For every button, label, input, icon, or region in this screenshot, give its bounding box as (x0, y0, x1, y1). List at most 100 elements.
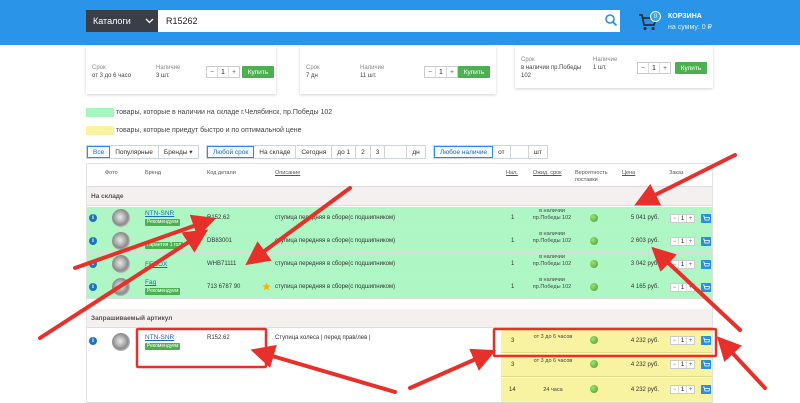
price: 4 232 руб. (630, 362, 659, 368)
quantity-stepper[interactable]: −1 + (670, 385, 695, 394)
quantity-from-input[interactable] (511, 146, 529, 158)
quantity-value[interactable]: 1 (678, 361, 687, 368)
brand-link[interactable]: NTN-SNR (145, 210, 174, 217)
quantity-stepper[interactable]: −1 + (670, 237, 695, 246)
info-icon[interactable]: i (89, 337, 97, 345)
quantity-stepper[interactable]: −1 + (670, 283, 695, 292)
buy-button[interactable]: Купить (675, 62, 707, 74)
quantity-stepper[interactable]: −1 + (670, 336, 695, 345)
search-icon[interactable] (604, 13, 618, 27)
minus-button[interactable]: − (671, 386, 678, 393)
plus-button[interactable]: + (687, 386, 694, 393)
minus-button[interactable]: − (671, 284, 678, 291)
filter-popular[interactable]: Популярные (110, 146, 159, 158)
cart-sum: на сумму: 0 ₽ (668, 24, 713, 31)
filter-today[interactable]: Сегодня (296, 146, 333, 158)
avail-label: Наличие (593, 57, 618, 63)
product-photo[interactable] (112, 278, 130, 296)
plus-button[interactable]: + (687, 361, 694, 368)
brand-link[interactable]: Fag (145, 279, 156, 286)
part-code: DB83001 (207, 238, 233, 244)
product-photo[interactable] (112, 255, 130, 273)
filter-brands[interactable]: Бренды ▾ (159, 146, 198, 158)
add-to-cart-icon[interactable] (701, 214, 711, 223)
add-to-cart-icon[interactable] (701, 283, 711, 292)
header-code[interactable]: Код детали (207, 170, 236, 177)
minus-button[interactable]: − (425, 67, 435, 77)
add-to-cart-icon[interactable] (701, 360, 711, 369)
price: 2 603 руб. (630, 238, 659, 244)
quantity-value[interactable]: 1 (217, 67, 229, 77)
days-input[interactable] (385, 146, 408, 158)
brand-link[interactable]: NTN-SNR (145, 334, 174, 341)
quantity-value[interactable]: 1 (435, 67, 447, 77)
minus-button[interactable]: − (638, 63, 648, 73)
minus-button[interactable]: − (207, 67, 217, 77)
filter-up-to-1[interactable]: до 1 (332, 146, 357, 158)
catalog-button[interactable]: Каталоги (86, 10, 158, 32)
quantity-value[interactable]: 1 (678, 337, 687, 344)
info-icon[interactable]: i (89, 237, 97, 245)
plus-button[interactable]: + (660, 63, 670, 73)
quantity-value[interactable]: 1 (678, 215, 687, 222)
product-photo[interactable] (112, 209, 130, 227)
quantity-stepper[interactable]: −1 + (637, 62, 671, 74)
quantity-stepper[interactable]: −1 + (670, 214, 695, 223)
minus-button[interactable]: − (671, 215, 678, 222)
description: ступица передняя в сборе(с подшипником) (275, 238, 396, 244)
filter-all[interactable]: Все (87, 146, 111, 158)
filter-3[interactable]: 3 (371, 146, 386, 158)
filter-group-term: Любой срок На складе Сегодня до 1 2 3 дн (206, 145, 426, 159)
minus-button[interactable]: − (671, 337, 678, 344)
add-to-cart-icon[interactable] (701, 260, 711, 269)
header-brand[interactable]: Бренд (145, 170, 161, 177)
plus-button[interactable]: + (687, 238, 694, 245)
quantity-value[interactable]: 1 (678, 284, 687, 291)
minus-button[interactable]: − (671, 261, 678, 268)
add-to-cart-icon[interactable] (701, 336, 711, 345)
header-description[interactable]: Описание (275, 170, 300, 177)
plus-button[interactable]: + (687, 261, 694, 268)
buy-button[interactable]: Купить (242, 66, 274, 78)
quantity-stepper[interactable]: −1 + (670, 360, 695, 369)
quantity-value[interactable]: 1 (678, 386, 687, 393)
header-availability[interactable]: Нал. (506, 170, 518, 177)
term: в наличии пр.Победы 102 (532, 254, 572, 267)
plus-button[interactable]: + (687, 215, 694, 222)
minus-button[interactable]: − (671, 361, 678, 368)
filter-2[interactable]: 2 (356, 146, 371, 158)
plus-button[interactable]: + (447, 67, 457, 77)
search-input[interactable] (158, 10, 620, 32)
filter-in-stock[interactable]: На складе (254, 146, 297, 158)
plus-button[interactable]: + (229, 67, 239, 77)
term-value: в наличии пр.Победы 102 (521, 65, 582, 79)
product-photo[interactable] (112, 232, 130, 250)
plus-button[interactable]: + (687, 284, 694, 291)
availability: 1 (511, 215, 515, 221)
buy-button[interactable]: Купить (458, 66, 490, 78)
brand-link[interactable]: FENOX (145, 261, 167, 268)
product-photo[interactable] (112, 333, 130, 351)
info-icon[interactable]: i (89, 283, 97, 291)
plus-button[interactable]: + (687, 337, 694, 344)
filter-any-availability[interactable]: Любое наличие (434, 146, 494, 158)
quantity-value[interactable]: 1 (678, 238, 687, 245)
header-price[interactable]: Цена (622, 170, 635, 177)
availability: 3 (511, 362, 515, 368)
term: в наличии пр.Победы 102 (532, 231, 572, 244)
quantity-stepper[interactable]: −1 + (670, 260, 695, 269)
quantity-stepper[interactable]: −1 + (424, 66, 458, 78)
add-to-cart-icon[interactable] (701, 237, 711, 246)
info-icon[interactable]: i (89, 260, 97, 268)
header-term[interactable]: Ожид. срок (533, 170, 562, 177)
add-to-cart-icon[interactable] (701, 385, 711, 394)
info-icon[interactable]: i (89, 214, 97, 222)
quantity-stepper[interactable]: −1 + (206, 66, 240, 78)
star-icon (262, 282, 271, 291)
cart-title[interactable]: КОРЗИНА (668, 13, 702, 20)
minus-button[interactable]: − (671, 238, 678, 245)
price: 4 232 руб. (630, 387, 659, 393)
quantity-value[interactable]: 1 (648, 63, 660, 73)
filter-any-term[interactable]: Любой срок (207, 146, 255, 158)
quantity-value[interactable]: 1 (678, 261, 687, 268)
